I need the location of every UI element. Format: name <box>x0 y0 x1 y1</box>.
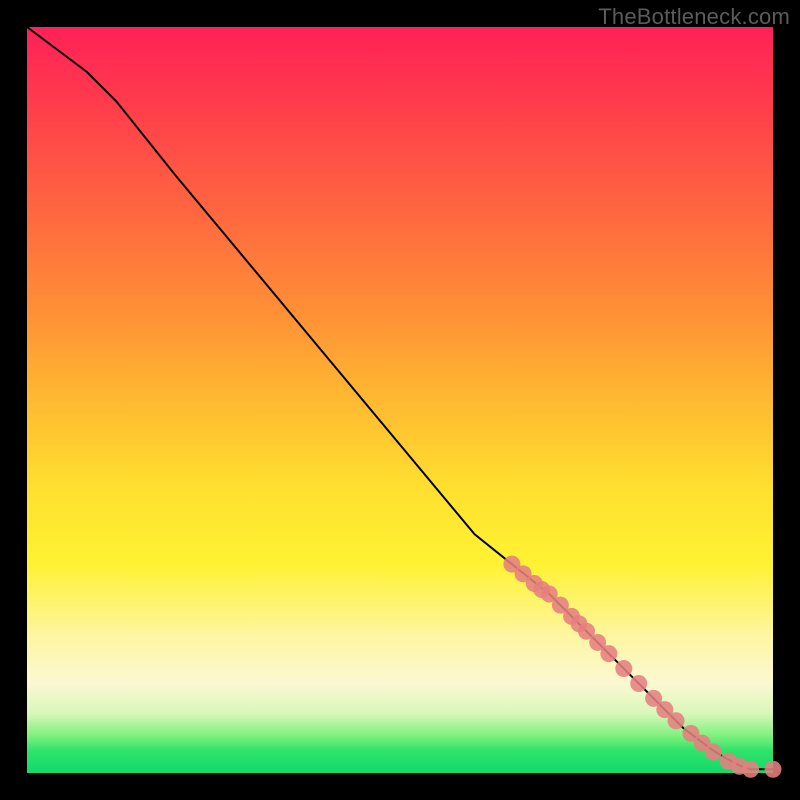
marker-point <box>742 761 759 778</box>
chart-stage: TheBottleneck.com <box>0 0 800 800</box>
marker-point <box>630 675 647 692</box>
marker-point <box>705 744 722 761</box>
marker-group <box>503 556 781 778</box>
marker-point <box>765 761 782 778</box>
marker-point <box>600 645 617 662</box>
bottleneck-curve <box>27 27 773 769</box>
marker-point <box>615 660 632 677</box>
chart-overlay <box>27 27 773 773</box>
marker-point <box>668 712 685 729</box>
